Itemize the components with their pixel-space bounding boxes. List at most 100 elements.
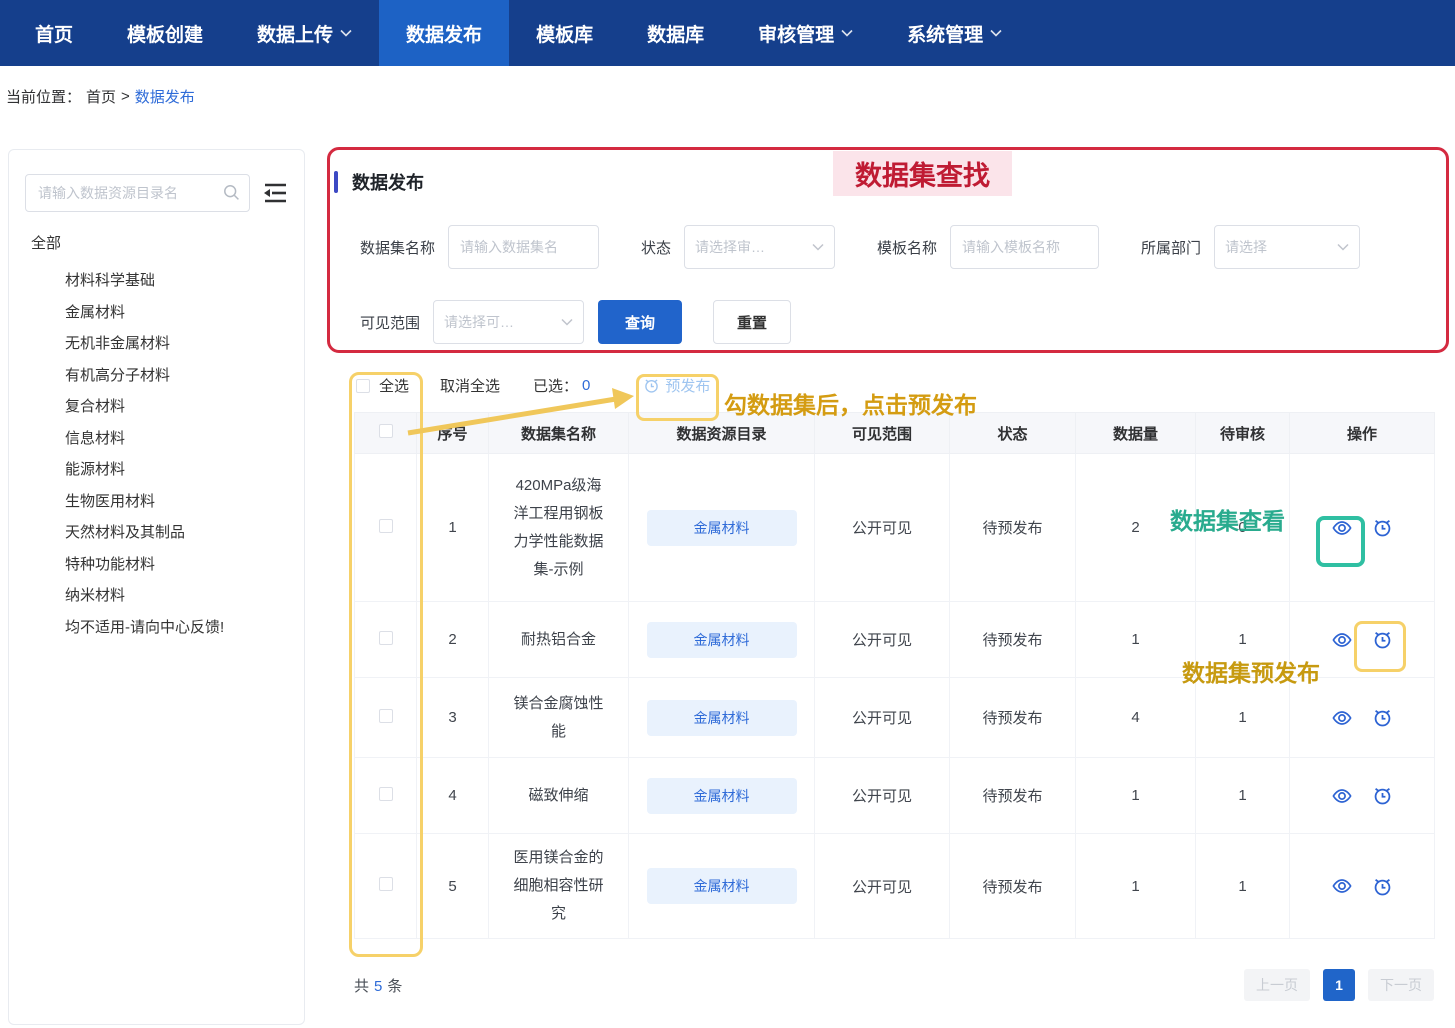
template-name-input[interactable]: [950, 225, 1099, 269]
catalog-search-input[interactable]: [25, 174, 250, 212]
sidebar-item[interactable]: 纳米材料: [65, 580, 288, 612]
cell-data-count: 1: [1076, 758, 1196, 834]
cell-status: 待预发布: [950, 678, 1076, 758]
sidebar-item-all[interactable]: 全部: [31, 232, 288, 253]
dataset-name-input[interactable]: [448, 225, 599, 269]
catalog-tag: 金属材料: [647, 700, 797, 736]
nav-item[interactable]: 模板库: [509, 0, 620, 66]
prepublish-row-icon[interactable]: [1372, 707, 1393, 728]
nav-item-label: 模板创建: [127, 20, 203, 47]
view-icon[interactable]: [1331, 707, 1353, 729]
row-checkbox[interactable]: [379, 787, 393, 801]
chevron-down-icon: [1337, 243, 1349, 251]
chevron-down-icon: [561, 318, 573, 326]
sidebar-item[interactable]: 复合材料: [65, 391, 288, 423]
prepublish-row-icon[interactable]: [1372, 629, 1393, 650]
annotation-prepublish-label: 数据集预发布: [1182, 654, 1320, 688]
reset-button[interactable]: 重置: [713, 300, 791, 344]
view-icon[interactable]: [1331, 785, 1353, 807]
search-icon: [223, 184, 240, 201]
sidebar-item[interactable]: 金属材料: [65, 297, 288, 329]
status-select-placeholder: 请选择审…: [695, 237, 765, 257]
table-row: 4 磁致伸缩 金属材料 公开可见 待预发布 1 1: [355, 758, 1435, 834]
nav-item[interactable]: 数据上传: [230, 0, 379, 66]
select-all-checkbox[interactable]: [356, 379, 370, 393]
sidebar-item[interactable]: 信息材料: [65, 423, 288, 455]
query-button[interactable]: 查询: [598, 300, 682, 344]
row-checkbox[interactable]: [379, 631, 393, 645]
total-suffix: 条: [387, 978, 402, 995]
table-row: 3 镁合金腐蚀性能 金属材料 公开可见 待预发布 4 1: [355, 678, 1435, 758]
nav-item[interactable]: 数据发布: [379, 0, 509, 66]
status-select[interactable]: 请选择审…: [684, 225, 835, 269]
total-count: 5: [374, 978, 382, 995]
breadcrumb-home[interactable]: 首页: [86, 86, 116, 107]
prepublish-button-label: 预发布: [665, 375, 710, 396]
annotation-prepublish-hint: 勾数据集后，点击预发布: [724, 386, 977, 420]
title-accent-bar: [334, 171, 338, 193]
nav-item[interactable]: 模板创建: [100, 0, 230, 66]
collapse-menu-icon[interactable]: [262, 181, 288, 205]
sidebar-item[interactable]: 均不适用-请向中心反馈!: [65, 612, 288, 644]
department-select[interactable]: 请选择: [1214, 225, 1360, 269]
view-icon[interactable]: [1331, 517, 1353, 539]
current-page-button[interactable]: 1: [1323, 969, 1355, 1001]
nav-item-label: 数据发布: [406, 20, 482, 47]
header-ops: 操作: [1290, 413, 1435, 454]
prev-page-button[interactable]: 上一页: [1244, 969, 1310, 1001]
row-checkbox[interactable]: [379, 709, 393, 723]
sidebar-item[interactable]: 生物医用材料: [65, 486, 288, 518]
sidebar-item[interactable]: 有机高分子材料: [65, 360, 288, 392]
sidebar-item[interactable]: 能源材料: [65, 454, 288, 486]
main-panel: 数据发布 数据集名称 状态 请选择审… 模板名称 所属部门 请选择: [332, 149, 1448, 1001]
cell-status: 待预发布: [950, 454, 1076, 602]
prepublish-button[interactable]: 预发布: [643, 375, 710, 396]
deselect-all-button[interactable]: 取消全选: [440, 375, 500, 396]
annotation-view-label: 数据集查看: [1170, 502, 1285, 536]
cell-status: 待预发布: [950, 602, 1076, 678]
prepublish-row-icon[interactable]: [1372, 876, 1393, 897]
header-checkbox-cell: [355, 413, 417, 454]
prepublish-row-icon[interactable]: [1372, 517, 1393, 538]
prepublish-row-icon[interactable]: [1372, 785, 1393, 806]
view-icon[interactable]: [1331, 629, 1353, 651]
sidebar-item[interactable]: 特种功能材料: [65, 549, 288, 581]
select-all-label[interactable]: 全选: [379, 375, 409, 396]
nav-item[interactable]: 审核管理: [731, 0, 880, 66]
nav-item-label: 审核管理: [758, 20, 834, 47]
next-page-button[interactable]: 下一页: [1368, 969, 1434, 1001]
breadcrumb: 当前位置： 首页 > 数据发布: [0, 66, 1455, 107]
cell-visibility: 公开可见: [815, 454, 950, 602]
cell-pending-count: 1: [1196, 834, 1290, 939]
cell-dataset-name: 耐热铝合金: [489, 602, 629, 678]
cell-no: 2: [417, 602, 489, 678]
header-pending: 待审核: [1196, 413, 1290, 454]
cell-dataset-name: 磁致伸缩: [489, 758, 629, 834]
visibility-select[interactable]: 请选择可…: [433, 300, 584, 344]
department-label: 所属部门: [1141, 237, 1201, 258]
selected-count: 0: [582, 377, 590, 394]
row-checkbox[interactable]: [379, 519, 393, 533]
visibility-select-placeholder: 请选择可…: [444, 312, 514, 332]
sidebar-item[interactable]: 无机非金属材料: [65, 328, 288, 360]
nav-item[interactable]: 数据库: [620, 0, 731, 66]
row-checkbox[interactable]: [379, 877, 393, 891]
chevron-down-icon: [841, 29, 853, 37]
cell-dataset-name: 镁合金腐蚀性能: [489, 678, 629, 758]
nav-item[interactable]: 首页: [8, 0, 100, 66]
top-nav: 首页 模板创建 数据上传 数据发布 模板库: [0, 0, 1455, 66]
table-row: 5 医用镁合金的细胞相容性研究 金属材料 公开可见 待预发布 1 1: [355, 834, 1435, 939]
sidebar-item[interactable]: 天然材料及其制品: [65, 517, 288, 549]
header-checkbox[interactable]: [379, 424, 393, 438]
view-icon[interactable]: [1331, 875, 1353, 897]
chevron-down-icon: [812, 243, 824, 251]
breadcrumb-current: 数据发布: [135, 86, 195, 107]
cell-no: 3: [417, 678, 489, 758]
cell-no: 1: [417, 454, 489, 602]
cell-no: 5: [417, 834, 489, 939]
nav-item[interactable]: 系统管理: [880, 0, 1029, 66]
visibility-label: 可见范围: [360, 312, 420, 333]
cell-pending-count: 1: [1196, 678, 1290, 758]
sidebar-item[interactable]: 材料科学基础: [65, 265, 288, 297]
cell-status: 待预发布: [950, 758, 1076, 834]
